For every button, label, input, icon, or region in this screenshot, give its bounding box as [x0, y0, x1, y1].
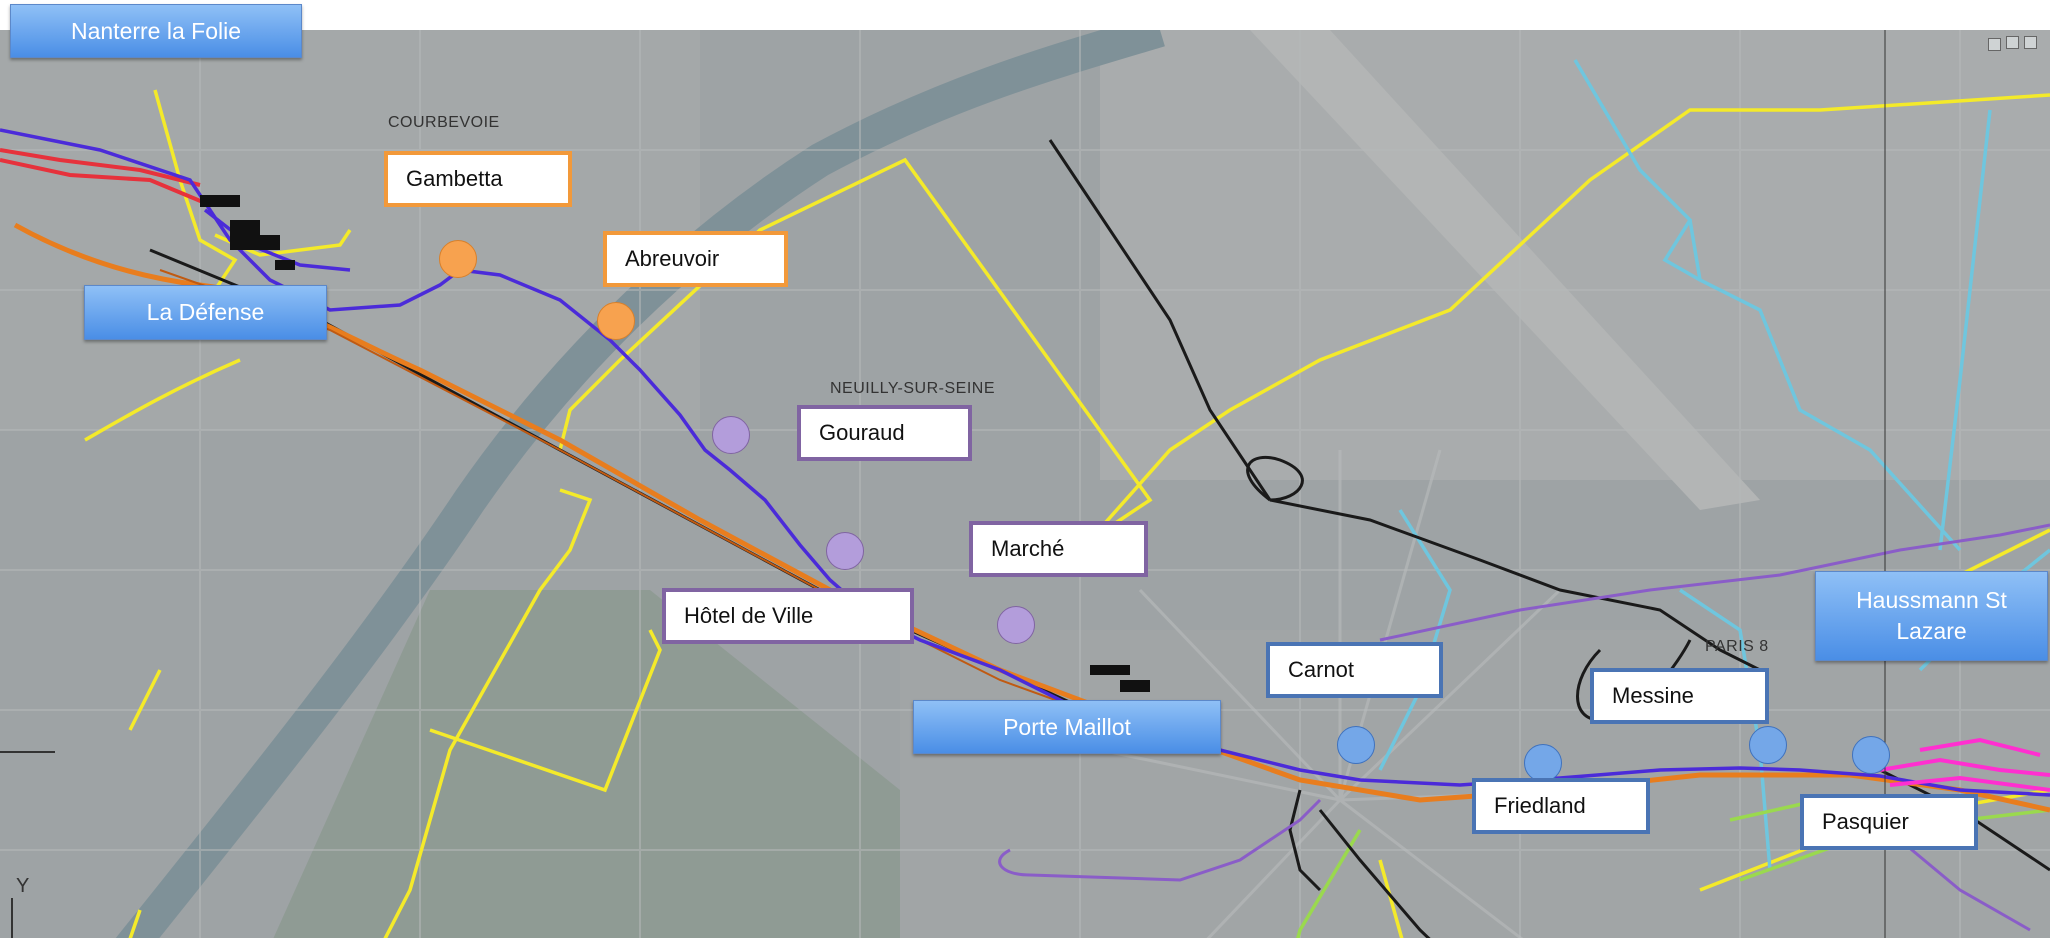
station-label-la-defense[interactable]: La Défense — [84, 285, 327, 340]
station-label-gambetta[interactable]: Gambetta — [384, 151, 572, 207]
station-label-messine[interactable]: Messine — [1590, 668, 1769, 724]
axis-y-label: Y — [16, 875, 29, 897]
station-label-friedland[interactable]: Friedland — [1472, 778, 1650, 834]
station-label-hotel-de-ville[interactable]: Hôtel de Ville — [662, 588, 914, 644]
station-dot-gouraud[interactable] — [712, 416, 750, 454]
station-label-gouraud[interactable]: Gouraud — [797, 405, 972, 461]
station-label-marche[interactable]: Marché — [969, 521, 1148, 577]
maximize-icon[interactable] — [2006, 36, 2019, 49]
station-dot-abreuvoir[interactable] — [597, 302, 635, 340]
map-lines: Y X — [0, 30, 2050, 938]
close-icon[interactable] — [2024, 36, 2037, 49]
station-dot-messine[interactable] — [1749, 726, 1787, 764]
station-label-carnot[interactable]: Carnot — [1266, 642, 1443, 698]
station-dot-marche[interactable] — [826, 532, 864, 570]
map-background-texture — [0, 30, 2050, 938]
station-label-pasquier[interactable]: Pasquier — [1800, 794, 1978, 850]
area-label-neuilly: NEUILLY-SUR-SEINE — [830, 380, 995, 397]
aerial-map[interactable]: Y X — [0, 30, 2050, 938]
station-label-nanterre[interactable]: Nanterre la Folie — [10, 4, 302, 58]
station-dot-pasquier[interactable] — [1852, 736, 1890, 774]
station-label-porte-maillot[interactable]: Porte Maillot — [913, 700, 1221, 754]
station-label-abreuvoir[interactable]: Abreuvoir — [603, 231, 788, 287]
area-label-courbevoie: COURBEVOIE — [388, 114, 500, 131]
station-dot-hotel-de-ville[interactable] — [997, 606, 1035, 644]
station-dot-friedland[interactable] — [1524, 744, 1562, 782]
station-dot-carnot[interactable] — [1337, 726, 1375, 764]
minimize-icon[interactable] — [1988, 38, 2001, 51]
station-dot-gambetta[interactable] — [439, 240, 477, 278]
station-label-haussmann[interactable]: Haussmann St Lazare — [1815, 571, 2048, 661]
area-label-paris: PARIS 8 — [1705, 638, 1769, 655]
